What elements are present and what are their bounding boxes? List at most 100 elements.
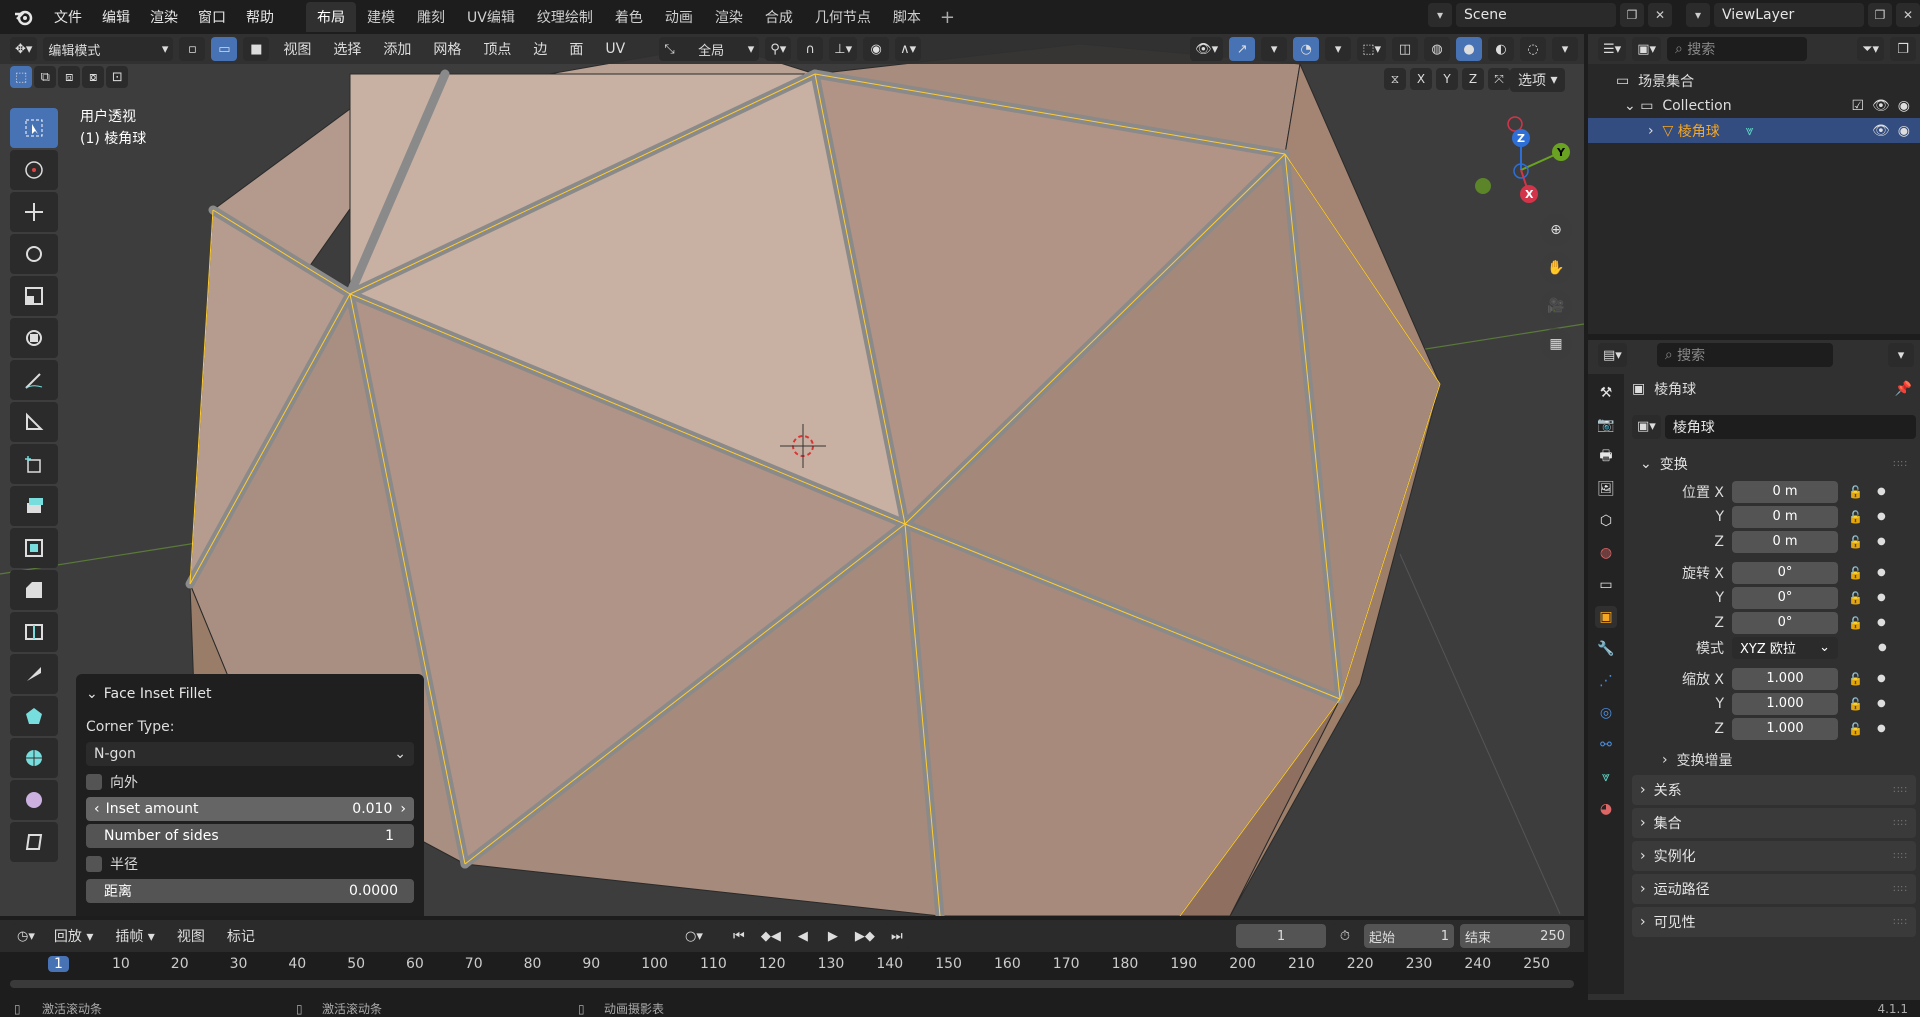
delete-scene-icon[interactable]: ✕ <box>1648 3 1672 27</box>
select-new-icon[interactable]: ⬚ <box>10 66 33 88</box>
keyframe-dot-icon[interactable]: ● <box>1877 536 1886 547</box>
cursor-icon[interactable] <box>10 150 58 190</box>
snap-icon[interactable]: ∩ <box>797 37 824 61</box>
lock-icon[interactable]: 🔓 <box>1848 672 1863 686</box>
rendered-shading-icon[interactable]: ◌ <box>1520 37 1546 61</box>
current-frame-field[interactable]: 1 <box>1236 924 1326 948</box>
lock-icon[interactable]: 🔓 <box>1848 697 1863 711</box>
gizmo-icon[interactable]: ↗ <box>1229 37 1256 61</box>
pin-icon[interactable]: 📌 <box>1895 381 1912 397</box>
chevron-right-icon[interactable]: › <box>1648 123 1663 139</box>
menu-help[interactable]: 帮助 <box>236 7 284 27</box>
tab-scripting[interactable]: 脚本 <box>882 2 932 32</box>
view-layer-icon[interactable]: ▾ <box>1686 3 1710 27</box>
view-layer-field[interactable]: ViewLayer <box>1714 3 1864 27</box>
new-view-layer-icon[interactable]: ❐ <box>1868 3 1892 27</box>
end-frame-field[interactable]: 结束 250 <box>1460 924 1570 948</box>
zoom-icon[interactable]: ⊕ <box>1540 214 1572 246</box>
scene-field[interactable]: Scene <box>1456 3 1616 27</box>
rotation-x-field[interactable]: 0° <box>1732 561 1838 584</box>
timeline-editor-icon[interactable]: ◷▾ <box>12 924 40 948</box>
checkbox-checked-icon[interactable]: ☑ <box>1851 98 1864 114</box>
frame-ruler[interactable]: 1 10 20 30 40 50 60 70 80 90 100 110 120 130 140 150 160… <box>0 956 1584 976</box>
new-scene-icon[interactable]: ❐ <box>1620 3 1644 27</box>
menu-keying[interactable]: 插帧 ▾ <box>107 926 162 946</box>
scale-y-field[interactable]: 1.000 <box>1732 692 1838 715</box>
keyframe-dot-icon[interactable]: ● <box>1877 723 1886 734</box>
annotate-icon[interactable] <box>10 360 58 400</box>
drag-handle-icon[interactable]: ∷∷ <box>1893 851 1908 862</box>
shear-icon[interactable] <box>10 822 58 862</box>
overlay-icon[interactable]: ◔ <box>1293 37 1320 61</box>
record-icon[interactable]: ○▾ <box>680 924 708 948</box>
keyframe-dot-icon[interactable]: ● <box>1877 592 1886 603</box>
menu-window[interactable]: 窗口 <box>188 7 236 27</box>
vertex-select-icon[interactable]: ▫ <box>179 37 206 61</box>
shading-menu-icon[interactable]: ▾ <box>1552 37 1578 61</box>
add-workspace-icon[interactable]: + <box>932 7 963 28</box>
axis-y-button[interactable]: Y <box>1436 68 1458 90</box>
chevron-right-icon[interactable]: › <box>392 801 406 817</box>
drag-handle-icon[interactable]: ∷∷ <box>1893 884 1908 895</box>
lock-icon[interactable]: 🔓 <box>1848 722 1863 736</box>
instancing-section[interactable]: › 实例化 ∷∷ <box>1632 841 1916 871</box>
mesh-overlay-icon[interactable]: ⬚▾ <box>1357 37 1386 61</box>
operator-header[interactable]: ⌄ Face Inset Fillet <box>86 682 414 706</box>
lock-icon[interactable]: 🔓 <box>1848 510 1863 524</box>
loop-cut-icon[interactable] <box>10 612 58 652</box>
rotation-mode-select[interactable]: XYZ 欧拉 ⌄ <box>1732 636 1838 659</box>
output-icon[interactable]: 🖶 <box>1595 446 1617 468</box>
relations-section[interactable]: › 关系 ∷∷ <box>1632 775 1916 805</box>
rotate-icon[interactable] <box>10 234 58 274</box>
eye-icon[interactable]: 👁 <box>1872 123 1890 139</box>
falloff-icon[interactable]: ∧▾ <box>895 37 922 61</box>
location-y-field[interactable]: 0 m <box>1732 505 1838 528</box>
scale-x-field[interactable]: 1.000 <box>1732 667 1838 690</box>
proportional-icon[interactable]: ◉ <box>863 37 890 61</box>
chevron-down-icon[interactable]: ⌄ <box>1624 98 1640 114</box>
keyframe-dot-icon[interactable]: ● <box>1877 486 1886 497</box>
constraints-icon[interactable]: ⚯ <box>1595 734 1617 756</box>
collection-tab-icon[interactable]: ▭ <box>1595 574 1617 596</box>
object-type-icon[interactable]: ▣▾ <box>1632 414 1661 439</box>
next-key-icon[interactable]: ▶◆ <box>849 924 880 948</box>
editor-type-icon[interactable]: ✥▾ <box>10 37 38 61</box>
menu-view[interactable]: 视图 <box>275 39 319 59</box>
pan-hand-icon[interactable]: ✋ <box>1540 252 1572 284</box>
properties-editor-icon[interactable]: ▤▾ <box>1598 343 1627 367</box>
location-z-field[interactable]: 0 m <box>1732 530 1838 553</box>
face-select-icon[interactable]: ■ <box>243 37 270 61</box>
move-icon[interactable] <box>10 192 58 232</box>
keyframe-dot-icon[interactable]: ● <box>1877 511 1886 522</box>
keyframe-dot-icon[interactable]: ● <box>1877 698 1886 709</box>
physics-icon[interactable]: ◎ <box>1595 702 1617 724</box>
eye-icon[interactable]: 👁 <box>1872 98 1890 114</box>
tab-compositing[interactable]: 合成 <box>754 2 804 32</box>
new-collection-icon[interactable]: ❐ <box>1890 37 1916 61</box>
inset-amount-field[interactable]: ‹ Inset amount 0.010 › <box>86 797 414 821</box>
menu-render[interactable]: 渲染 <box>140 7 188 27</box>
tab-layout[interactable]: 布局 <box>306 2 356 32</box>
drag-handle-icon[interactable]: ∷∷ <box>1893 818 1908 829</box>
select-extend-icon[interactable]: ⧉ <box>34 66 57 88</box>
3d-viewport[interactable]: ✥▾ 编辑模式 ▾ ▫ ▭ ■ 视图 选择 添加 网格 顶点 边 面 UV ⤡ 全局… <box>0 34 1584 916</box>
snap-target-icon[interactable]: ⊥▾ <box>829 37 858 61</box>
menu-marker[interactable]: 标记 <box>219 926 263 946</box>
menu-mesh[interactable]: 网格 <box>425 39 469 59</box>
location-x-field[interactable]: 0 m <box>1732 480 1838 503</box>
extrude-icon[interactable] <box>10 486 58 526</box>
menu-edit[interactable]: 编辑 <box>92 7 140 27</box>
keyframe-dot-icon[interactable]: ● <box>1877 673 1886 684</box>
keyframe-dot-icon[interactable]: ● <box>1878 642 1887 653</box>
select-subtract-icon[interactable]: ⧈ <box>58 66 81 88</box>
collections-section[interactable]: › 集合 ∷∷ <box>1632 808 1916 838</box>
outliner-search[interactable]: ⌕ 搜索 <box>1667 37 1807 61</box>
mode-selector[interactable]: 编辑模式 ▾ <box>43 37 174 61</box>
menu-timeline-view[interactable]: 视图 <box>169 926 213 946</box>
menu-vertex[interactable]: 顶点 <box>475 39 519 59</box>
measure-icon[interactable] <box>10 402 58 442</box>
scale-z-field[interactable]: 1.000 <box>1732 717 1838 740</box>
render-camera-icon[interactable]: ◉ <box>1898 98 1910 114</box>
drag-handle-icon[interactable]: ∷∷ <box>1893 785 1908 796</box>
delta-transform-row[interactable]: › 变换增量 <box>1632 747 1916 772</box>
